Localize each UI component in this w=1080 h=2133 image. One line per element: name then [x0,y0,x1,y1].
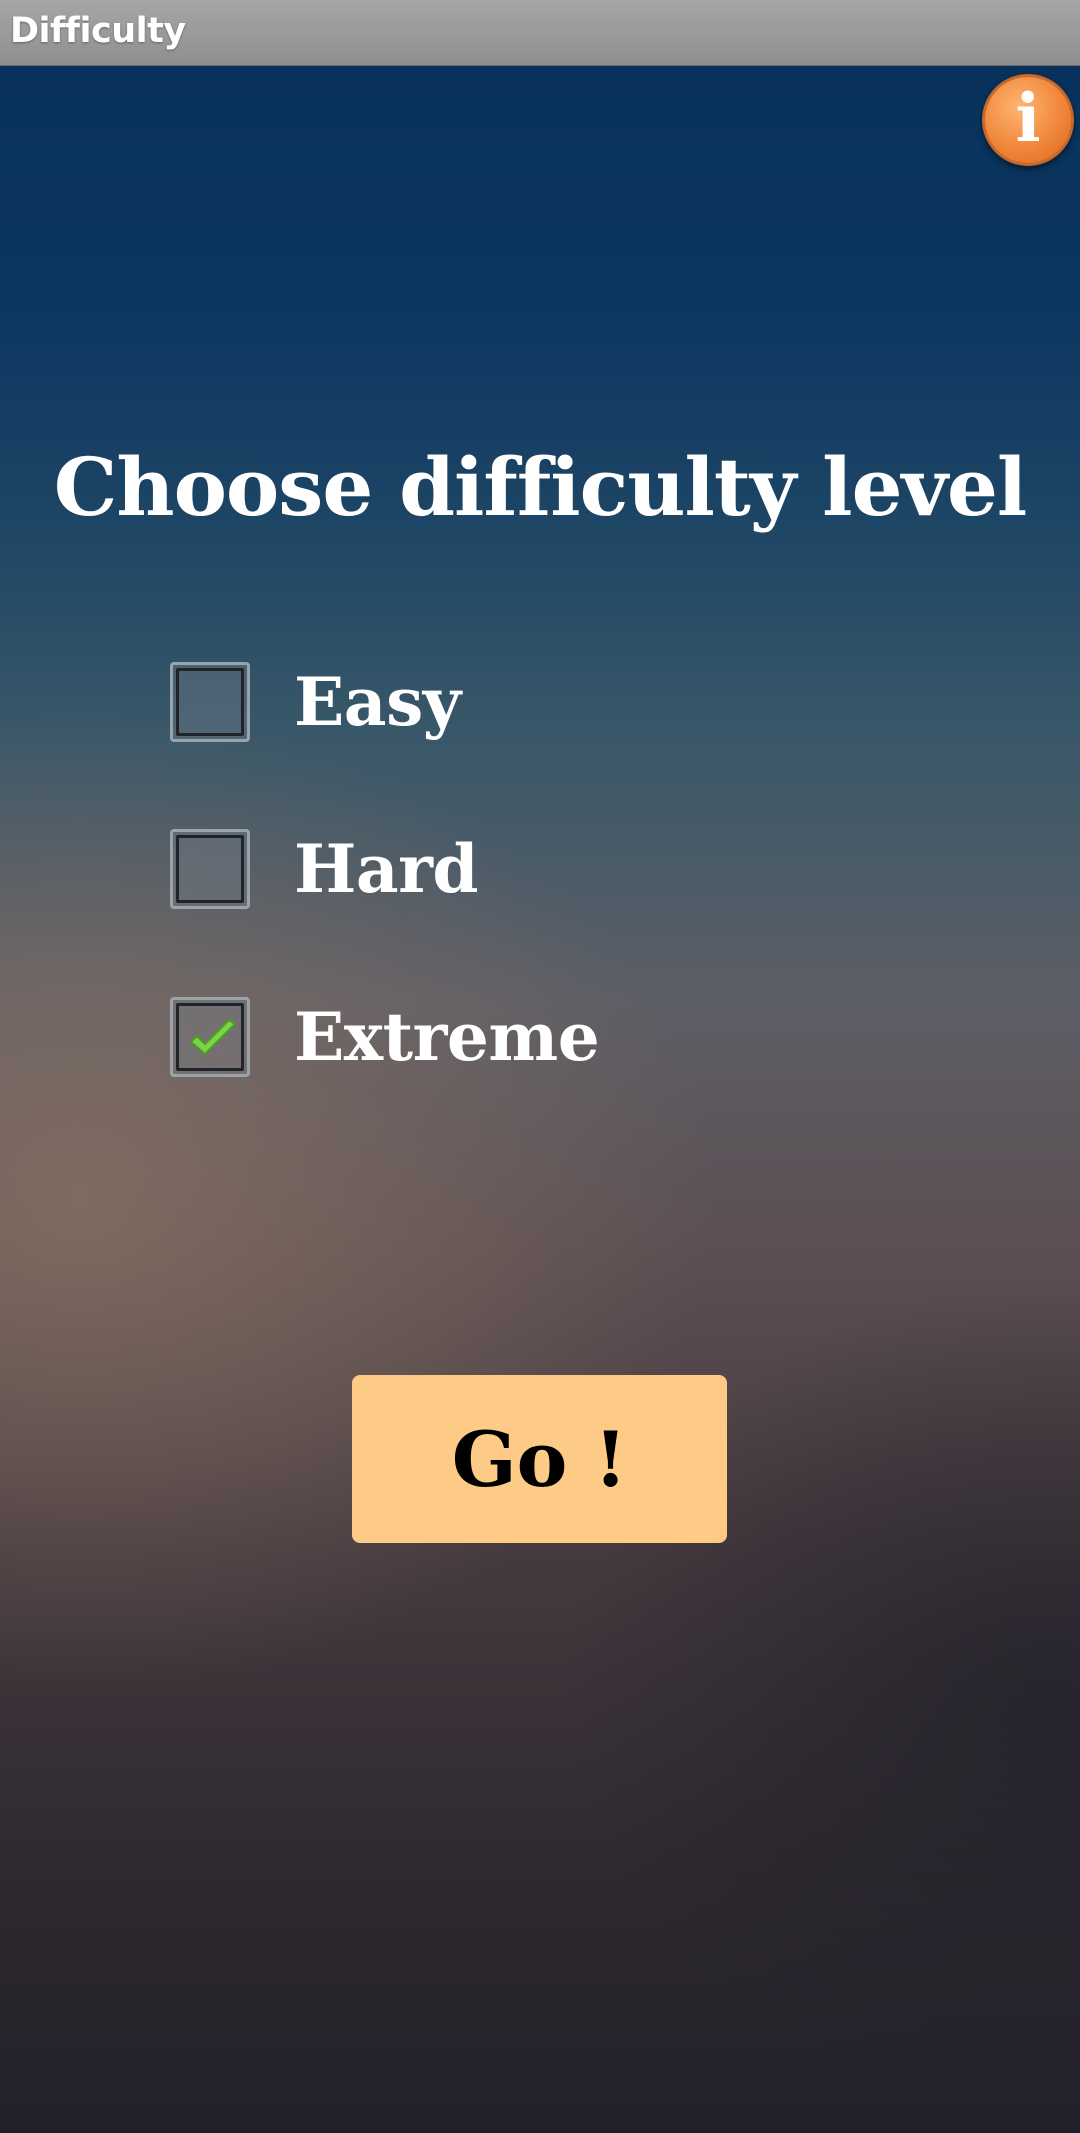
window-title: Difficulty [10,11,186,51]
extreme-checkbox[interactable] [170,997,250,1077]
checkbox-frame [176,835,244,903]
easy-checkbox[interactable] [170,662,250,742]
page-title: Choose difficulty level [53,440,1028,534]
extreme-label[interactable]: Extreme [294,998,600,1076]
easy-label[interactable]: Easy [294,663,461,741]
checkbox-frame [176,668,244,736]
option-hard[interactable]: Hard [170,827,479,911]
info-icon: i [1015,79,1041,157]
option-easy[interactable]: Easy [170,660,461,744]
go-button[interactable]: Go ! [352,1375,727,1543]
hard-checkbox[interactable] [170,829,250,909]
title-bar: Difficulty [0,0,1080,66]
option-extreme[interactable]: Extreme [170,995,600,1079]
checkmark-icon [190,1019,236,1055]
hard-label[interactable]: Hard [294,830,479,908]
info-button[interactable]: i [982,74,1074,166]
